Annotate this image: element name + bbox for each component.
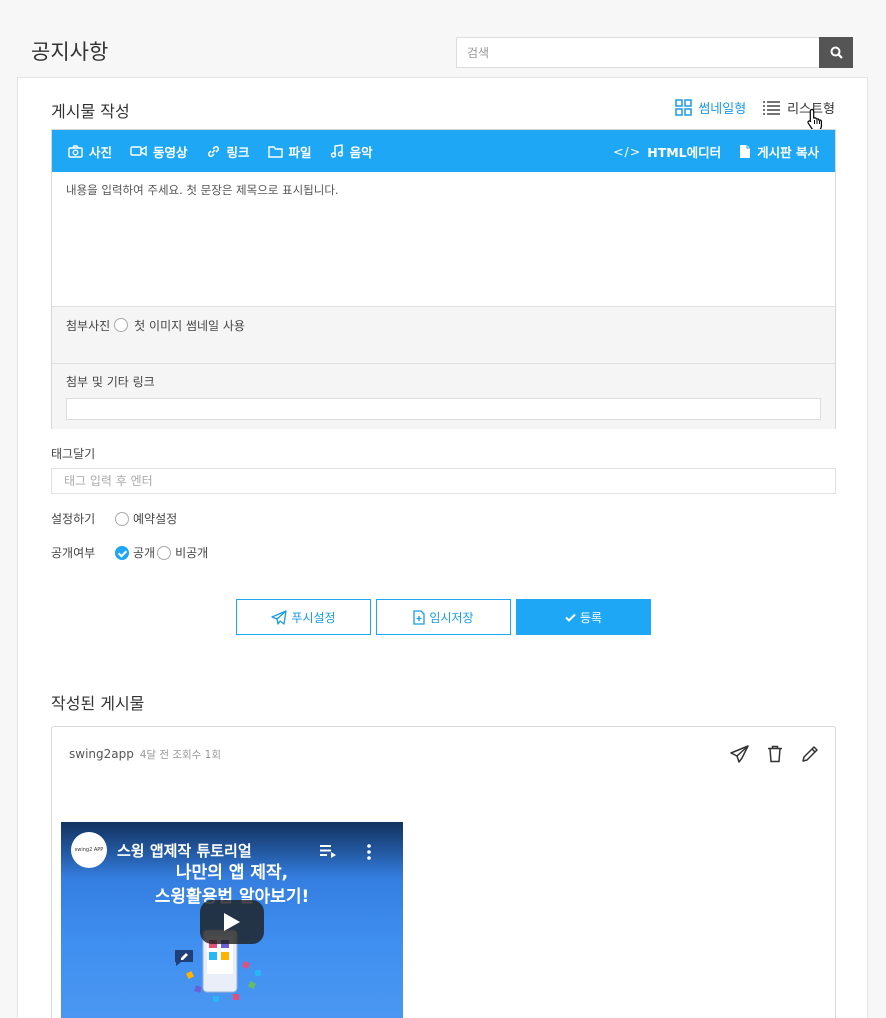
compose-title: 게시물 작성 — [51, 102, 130, 121]
view-thumbnail-label: 썸네일형 — [698, 102, 747, 117]
toolbar-photo-label: 사진 — [89, 144, 113, 160]
action-buttons: 푸시설정 임시저장 등록 — [236, 599, 651, 635]
search-bar — [456, 37, 853, 68]
push-settings-label: 푸시설정 — [291, 610, 336, 625]
attach-link-input[interactable] — [66, 398, 821, 420]
list-icon — [763, 101, 781, 115]
channel-logo-text: swing2 APP — [74, 847, 104, 853]
private-option[interactable]: 비공개 — [157, 544, 208, 561]
page: 공지사항 게시물 작성 썸네일형 리스트형 사진 — [0, 0, 886, 1018]
video-embed[interactable]: swing2 APP 스윙 앱제작 튜토리얼 나만의 앱 제작, 스윙활용법 알… — [61, 822, 403, 1018]
reserve-option[interactable]: 예약설정 — [115, 510, 177, 527]
video-camera-icon — [130, 145, 147, 157]
toolbar-copy-board-button[interactable]: 게시판 복사 — [739, 142, 819, 161]
editor-toolbar: 사진 동영상 링크 파일 음악 </> HTML에디터 게시판 복사 — [52, 130, 835, 172]
search-button[interactable] — [819, 37, 853, 68]
settings-label: 설정하기 — [51, 512, 96, 526]
submit-label: 등록 — [579, 610, 603, 625]
camera-icon — [68, 144, 83, 158]
checkmark-icon — [565, 613, 576, 622]
view-list-button[interactable]: 리스트형 — [762, 98, 835, 117]
toolbar-photo-button[interactable]: 사진 — [68, 142, 112, 161]
thumbnail-grid-icon — [675, 99, 693, 116]
document-icon — [740, 144, 751, 158]
submit-button[interactable]: 등록 — [516, 599, 651, 635]
document-plus-icon — [413, 609, 426, 625]
play-icon — [224, 913, 240, 931]
toolbar-music-button[interactable]: 음악 — [330, 142, 373, 161]
editor-placeholder: 내용을 입력하여 주세요. 첫 문장은 제목으로 표시됩니다. — [66, 183, 339, 197]
playlist-add-icon[interactable] — [320, 844, 336, 858]
post-card: swing2app 4달 전 조회수 1회 swing2 APP 스윙 앱제작 … — [51, 726, 836, 1018]
push-settings-button[interactable]: 푸시설정 — [236, 599, 371, 635]
tag-input[interactable] — [51, 468, 836, 494]
view-thumbnail-button[interactable]: 썸네일형 — [675, 98, 746, 117]
folder-icon — [267, 145, 283, 158]
editor-body[interactable]: 내용을 입력하여 주세요. 첫 문장은 제목으로 표시됩니다. — [52, 172, 835, 306]
public-option[interactable]: 공개 — [115, 544, 155, 561]
settings-row: 설정하기 예약설정 — [51, 510, 179, 527]
attach-photo-label: 첨부사진 — [66, 319, 111, 333]
tag-label: 태그달기 — [51, 447, 96, 461]
temp-save-button[interactable]: 임시저장 — [376, 599, 511, 635]
attach-links-section: 첨부 및 기타 링크 — [52, 363, 835, 429]
video-headline-line1: 나만의 앱 제작, — [175, 863, 289, 883]
toolbar-html-editor-label: HTML에디터 — [647, 144, 722, 160]
toolbar-html-editor-button[interactable]: </> HTML에디터 — [613, 142, 721, 161]
temp-save-label: 임시저장 — [429, 610, 474, 625]
toolbar-video-label: 동영상 — [153, 144, 188, 160]
music-note-icon — [330, 144, 343, 158]
toolbar-video-button[interactable]: 동영상 — [130, 142, 188, 161]
code-icon: </> — [613, 143, 642, 159]
private-radio[interactable] — [157, 545, 172, 560]
play-button[interactable] — [200, 900, 264, 944]
link-icon — [207, 145, 219, 157]
toolbar-file-button[interactable]: 파일 — [267, 142, 312, 161]
toolbar-link-button[interactable]: 링크 — [206, 142, 250, 161]
visibility-label: 공개여부 — [51, 546, 96, 560]
post-editor: 사진 동영상 링크 파일 음악 </> HTML에디터 게시판 복사 내용을 입… — [51, 129, 836, 429]
toolbar-link-label: 링크 — [226, 144, 250, 160]
post-actions — [730, 745, 819, 763]
post-author: swing2app — [69, 747, 134, 761]
search-icon — [830, 46, 843, 59]
public-label: 공개 — [133, 546, 156, 560]
send-icon[interactable] — [730, 745, 749, 763]
first-image-thumbnail-radio[interactable] — [114, 318, 129, 332]
private-label: 비공개 — [175, 546, 209, 560]
page-title: 공지사항 — [31, 40, 109, 64]
visibility-row: 공개여부 공개 비공개 — [51, 544, 210, 561]
toolbar-copy-board-label: 게시판 복사 — [757, 144, 819, 160]
reserve-radio[interactable] — [115, 511, 129, 526]
paper-plane-icon — [271, 609, 288, 625]
main-card: 게시물 작성 썸네일형 리스트형 사진 동영상 — [17, 77, 868, 1018]
post-meta: swing2app 4달 전 조회수 1회 — [69, 747, 221, 762]
reserve-label: 예약설정 — [133, 512, 178, 526]
search-input[interactable] — [456, 37, 819, 68]
chat-bubble-icon — [175, 950, 193, 966]
pencil-icon[interactable] — [801, 745, 819, 763]
posted-section-title: 작성된 게시물 — [51, 694, 145, 713]
trash-icon[interactable] — [767, 745, 783, 763]
public-radio[interactable] — [115, 545, 129, 560]
attach-links-label: 첨부 및 기타 링크 — [66, 375, 155, 389]
toolbar-music-label: 음악 — [349, 144, 373, 160]
post-stats: 4달 전 조회수 1회 — [139, 749, 222, 761]
attach-photo-section: 첨부사진 첫 이미지 썸네일 사용 — [52, 306, 835, 363]
first-image-thumbnail-label: 첫 이미지 썸네일 사용 — [134, 319, 245, 333]
toolbar-file-label: 파일 — [288, 144, 312, 160]
